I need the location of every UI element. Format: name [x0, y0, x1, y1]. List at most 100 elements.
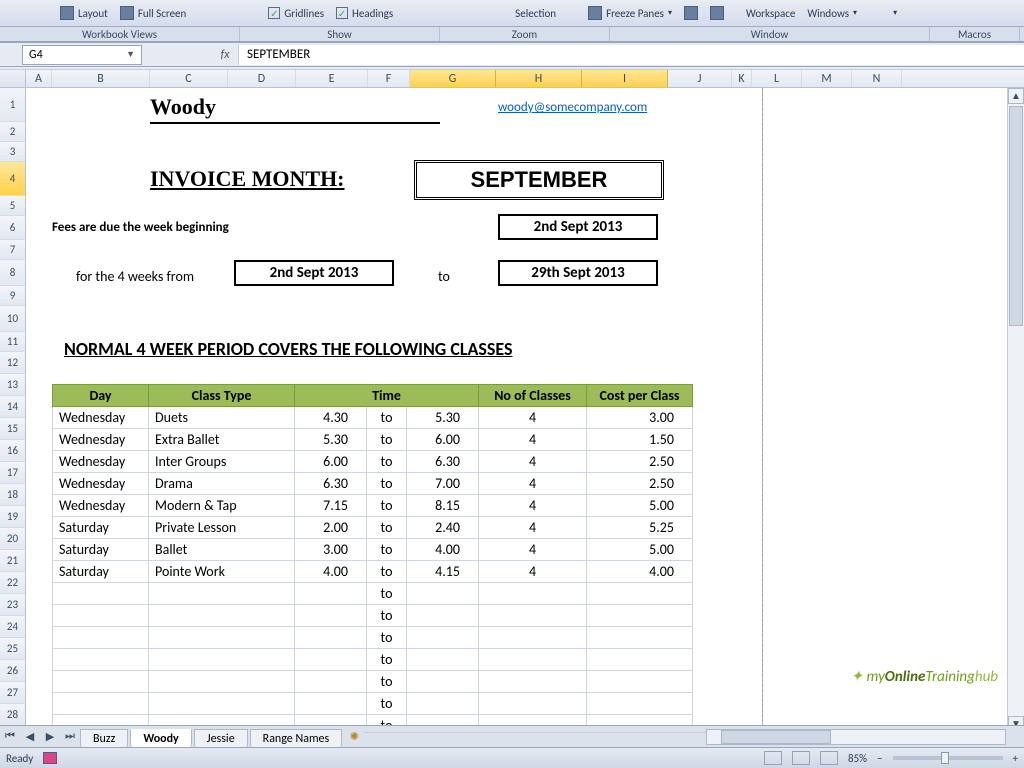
hide-button[interactable] [704, 4, 730, 22]
sheet-tab-jessie[interactable]: Jessie [194, 729, 248, 748]
table-cell[interactable]: 8.15 [407, 495, 479, 517]
row-header-28[interactable]: 28 [0, 704, 26, 726]
table-cell[interactable]: Private Lesson [149, 517, 295, 539]
table-row[interactable]: SaturdayPrivate Lesson2.00to2.4045.25 [53, 517, 693, 539]
table-cell[interactable]: Drama [149, 473, 295, 495]
split-button[interactable] [678, 4, 704, 22]
row-header-11[interactable]: 11 [0, 332, 26, 352]
row-header-7[interactable]: 7 [0, 240, 26, 260]
table-cell[interactable]: 6.00 [295, 451, 367, 473]
table-row[interactable]: to [53, 649, 693, 671]
table-cell[interactable]: 4.00 [295, 561, 367, 583]
table-row[interactable]: to [53, 627, 693, 649]
col-header-M[interactable]: M [802, 70, 852, 87]
macros-button[interactable]: ▾ [887, 6, 903, 20]
table-cell[interactable]: 2.00 [295, 517, 367, 539]
table-cell[interactable]: to [367, 517, 407, 539]
row-header-19[interactable]: 19 [0, 506, 26, 528]
table-row[interactable]: WednesdayExtra Ballet5.30to6.0041.50 [53, 429, 693, 451]
row-header-20[interactable]: 20 [0, 528, 26, 550]
table-cell[interactable]: 4 [479, 451, 587, 473]
page-layout-view-button[interactable] [792, 751, 810, 765]
row-header-25[interactable]: 25 [0, 638, 26, 660]
tab-prev-icon[interactable]: ◀ [21, 727, 39, 745]
table-cell[interactable] [479, 671, 587, 693]
row-header-21[interactable]: 21 [0, 550, 26, 572]
table-cell[interactable] [149, 627, 295, 649]
classes-table[interactable]: DayClass TypeTimeNo of ClassesCost per C… [52, 384, 693, 732]
col-header-D[interactable]: D [228, 70, 296, 87]
table-cell[interactable]: Ballet [149, 539, 295, 561]
table-cell[interactable]: 4 [479, 473, 587, 495]
table-cell[interactable]: Inter Groups [149, 451, 295, 473]
page-break-view-button[interactable] [820, 751, 838, 765]
row-header-3[interactable]: 3 [0, 142, 26, 162]
row-header-4[interactable]: 4 [0, 162, 26, 196]
table-cell[interactable] [53, 693, 149, 715]
table-cell[interactable]: 5.25 [587, 517, 693, 539]
table-cell[interactable] [407, 583, 479, 605]
freeze-panes-button[interactable]: Freeze Panes ▾ [582, 4, 678, 22]
table-row[interactable]: WednesdayDrama6.30to7.0042.50 [53, 473, 693, 495]
table-cell[interactable]: to [367, 539, 407, 561]
tab-last-icon[interactable]: ⏭ [61, 727, 79, 745]
table-cell[interactable]: 2.50 [587, 451, 693, 473]
fees-due-date[interactable]: 2nd Sept 2013 [498, 214, 658, 240]
table-cell[interactable] [407, 693, 479, 715]
table-cell[interactable]: Pointe Work [149, 561, 295, 583]
table-cell[interactable]: to [367, 429, 407, 451]
table-cell[interactable]: 1.50 [587, 429, 693, 451]
table-cell[interactable] [295, 627, 367, 649]
row-header-13[interactable]: 13 [0, 374, 26, 396]
table-cell[interactable] [295, 583, 367, 605]
table-cell[interactable]: 5.30 [407, 407, 479, 429]
table-cell[interactable] [149, 605, 295, 627]
table-cell[interactable]: 6.00 [407, 429, 479, 451]
table-cell[interactable]: 5.00 [587, 539, 693, 561]
table-cell[interactable]: Modern & Tap [149, 495, 295, 517]
table-cell[interactable]: to [367, 627, 407, 649]
table-cell[interactable]: to [367, 605, 407, 627]
table-cell[interactable]: to [367, 473, 407, 495]
table-cell[interactable] [479, 605, 587, 627]
windows-button[interactable]: Windows ▾ [801, 5, 863, 22]
table-cell[interactable] [295, 649, 367, 671]
table-cell[interactable]: 4 [479, 407, 587, 429]
table-cell[interactable]: 4 [479, 495, 587, 517]
table-row[interactable]: SaturdayPointe Work4.00to4.1544.00 [53, 561, 693, 583]
table-cell[interactable]: Wednesday [53, 407, 149, 429]
table-cell[interactable]: 4.00 [587, 561, 693, 583]
table-row[interactable]: SaturdayBallet3.00to4.0045.00 [53, 539, 693, 561]
table-cell[interactable]: 7.00 [407, 473, 479, 495]
table-cell[interactable] [587, 693, 693, 715]
weeks-to-date[interactable]: 29th Sept 2013 [498, 260, 658, 286]
table-cell[interactable]: 2.40 [407, 517, 479, 539]
table-cell[interactable]: 6.30 [295, 473, 367, 495]
layout-button[interactable]: Layout [54, 4, 114, 22]
table-cell[interactable]: 7.15 [295, 495, 367, 517]
tab-first-icon[interactable]: ⏮ [1, 727, 19, 745]
row-header-22[interactable]: 22 [0, 572, 26, 594]
table-cell[interactable] [295, 693, 367, 715]
row-header-27[interactable]: 27 [0, 682, 26, 704]
table-cell[interactable]: to [367, 583, 407, 605]
table-cell[interactable]: 5.30 [295, 429, 367, 451]
new-sheet-icon[interactable]: ✺ [345, 727, 363, 745]
table-cell[interactable]: 4.00 [407, 539, 479, 561]
table-cell[interactable]: to [367, 561, 407, 583]
col-header-E[interactable]: E [296, 70, 368, 87]
col-header-N[interactable]: N [852, 70, 902, 87]
table-row[interactable]: to [53, 605, 693, 627]
row-header-5[interactable]: 5 [0, 196, 26, 216]
select-all-corner[interactable] [0, 70, 26, 87]
table-cell[interactable]: Saturday [53, 517, 149, 539]
table-cell[interactable] [587, 583, 693, 605]
table-cell[interactable]: 4 [479, 429, 587, 451]
workspace-button[interactable]: Workspace [740, 5, 801, 22]
row-header-26[interactable]: 26 [0, 660, 26, 682]
table-row[interactable]: to [53, 693, 693, 715]
zoom-in-button[interactable]: + [1013, 752, 1018, 765]
headings-toggle[interactable]: ✓Headings [330, 5, 399, 22]
col-header-B[interactable]: B [52, 70, 150, 87]
row-header-6[interactable]: 6 [0, 216, 26, 240]
